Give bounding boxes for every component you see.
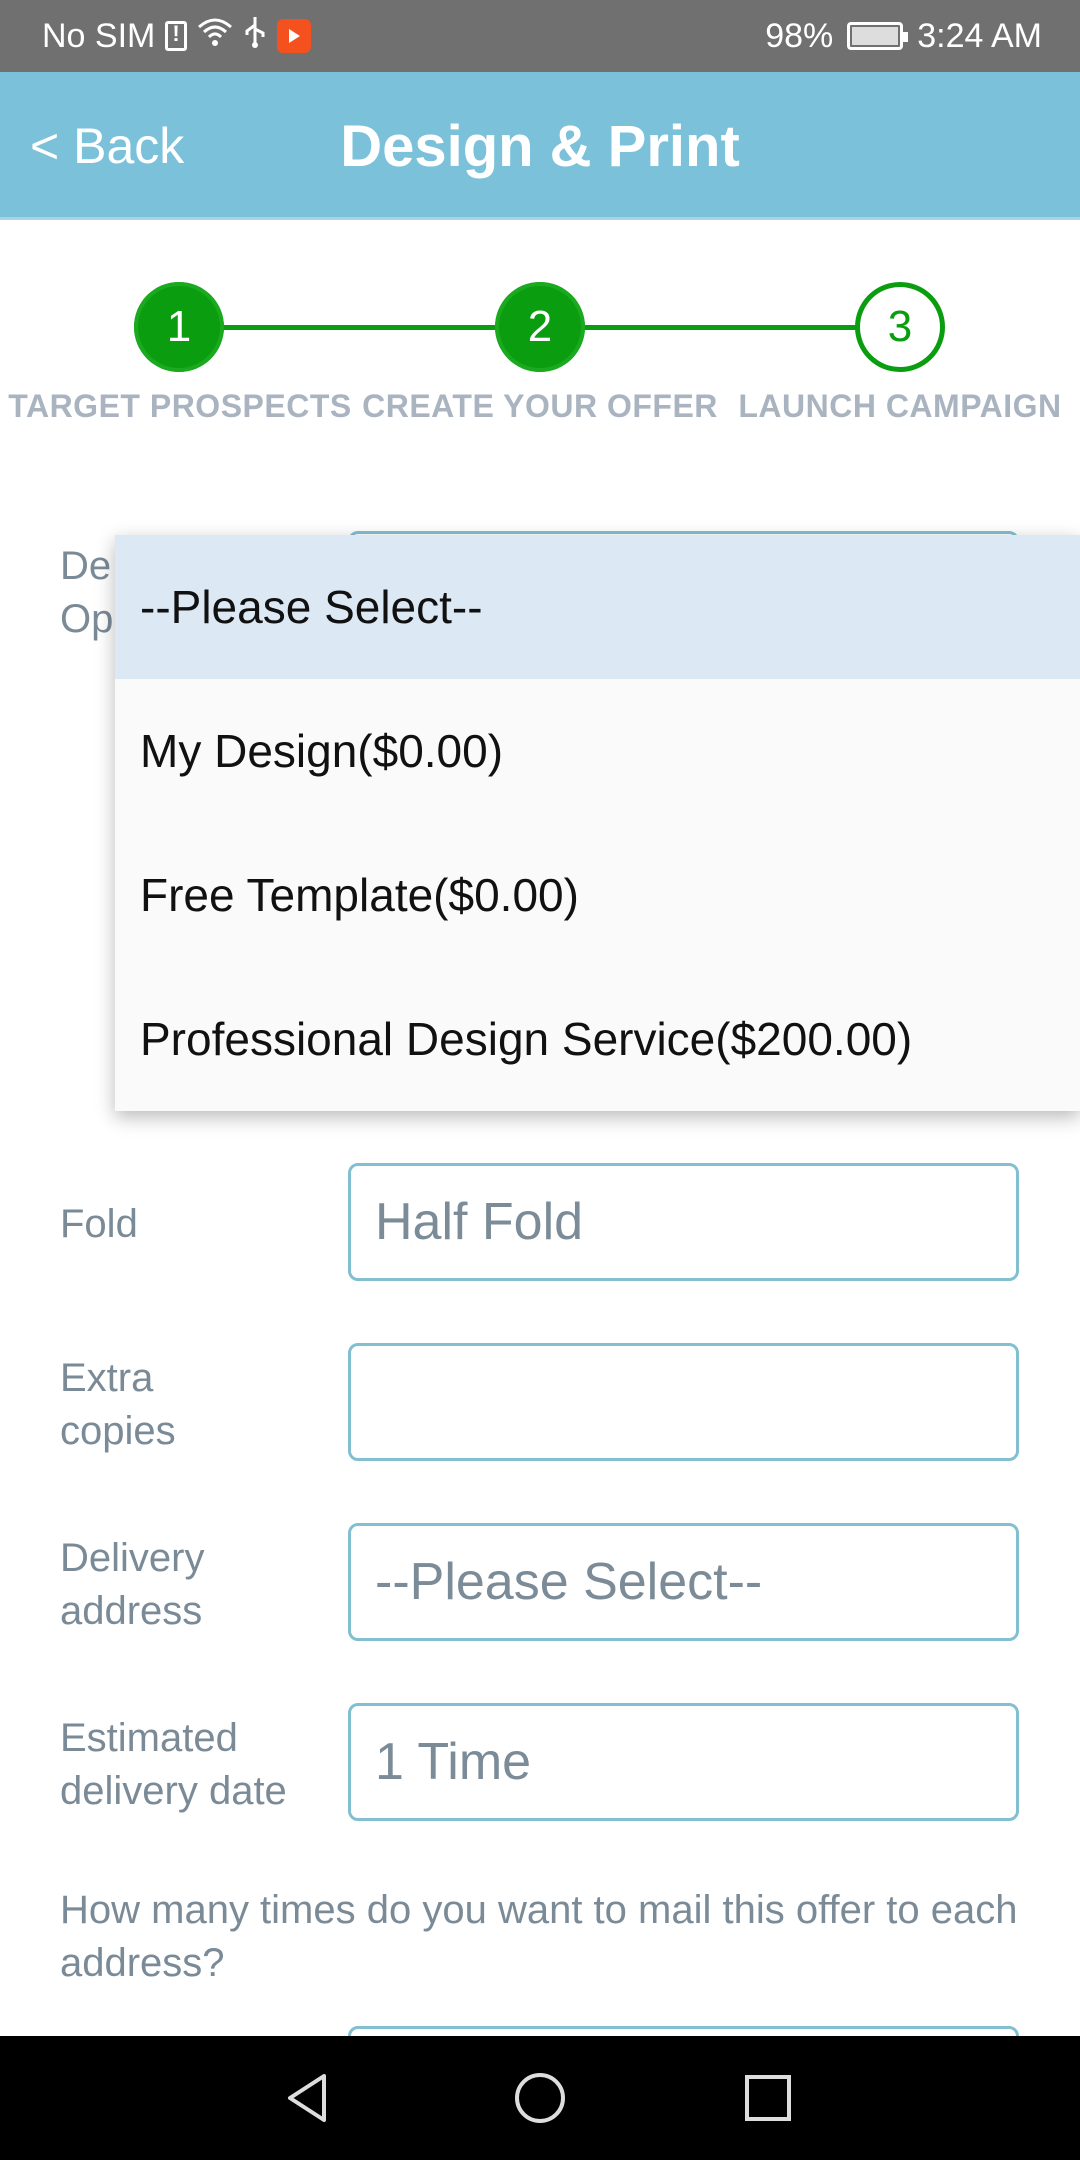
- battery-percent: 98%: [765, 16, 834, 55]
- media-app-icon: [277, 19, 312, 53]
- extra-copies-label-line2: copies: [60, 1409, 176, 1453]
- delivery-date-field[interactable]: 1 Time: [348, 1703, 1019, 1821]
- clock: 3:24 AM: [917, 16, 1042, 55]
- step-connector-2-3: [584, 325, 856, 330]
- step-connector-1-2: [178, 325, 496, 330]
- fold-label: Fold: [60, 1202, 138, 1246]
- fold-field[interactable]: Half Fold: [348, 1163, 1019, 1281]
- nav-home-icon[interactable]: [500, 2058, 580, 2138]
- battery-icon: [847, 22, 909, 50]
- wifi-icon: [197, 17, 233, 56]
- design-option-label-line1: De: [60, 544, 112, 588]
- step-3-label: LAUNCH CAMPAIGN: [738, 388, 1062, 424]
- usb-icon: [243, 15, 267, 58]
- status-bar: No SIM 98% 3:24 AM: [0, 0, 1080, 72]
- extra-copies-label-line1: Extra: [60, 1356, 154, 1400]
- back-button[interactable]: < Back: [30, 72, 184, 220]
- extra-copies-input[interactable]: [348, 1343, 1019, 1461]
- dropdown-option-professional-design[interactable]: Professional Design Service($200.00): [115, 967, 1080, 1111]
- dropdown-option-free-template[interactable]: Free Template($0.00): [115, 823, 1080, 967]
- carrier-text: No SIM: [42, 16, 156, 55]
- dropdown-option-please-select[interactable]: --Please Select--: [115, 535, 1080, 679]
- no-sim-icon: [165, 21, 188, 51]
- delivery-address-label: Delivery address: [60, 1532, 204, 1638]
- delivery-address-select[interactable]: --Please Select--: [348, 1523, 1019, 1641]
- design-option-label: De Op: [60, 540, 113, 646]
- design-option-label-line2: Op: [60, 597, 114, 641]
- delivery-address-label-line1: Delivery: [60, 1536, 205, 1580]
- delivery-date-label: Estimated delivery date: [60, 1712, 287, 1818]
- step-1-circle[interactable]: 1: [134, 282, 224, 372]
- step-3-circle[interactable]: 3: [855, 282, 945, 372]
- nav-recents-icon[interactable]: [728, 2058, 808, 2138]
- progress-stepper: 1 2 3 TARGET PROSPECTS CREATE YOUR OFFER…: [0, 220, 1080, 460]
- system-nav-bar: [0, 2036, 1080, 2160]
- delivery-date-label-line2: delivery date: [60, 1769, 287, 1813]
- delivery-address-label-line2: address: [60, 1589, 203, 1633]
- dropdown-option-my-design[interactable]: My Design($0.00): [115, 679, 1080, 823]
- nav-back-icon[interactable]: [268, 2058, 348, 2138]
- step-2-circle[interactable]: 2: [495, 282, 585, 372]
- mail-times-question: How many times do you want to mail this …: [60, 1888, 1018, 1985]
- extra-copies-label: Extra copies: [60, 1352, 176, 1458]
- step-2-label: CREATE YOUR OFFER: [362, 388, 718, 424]
- design-option-dropdown: --Please Select-- My Design($0.00) Free …: [115, 535, 1080, 1111]
- delivery-date-label-line1: Estimated: [60, 1716, 238, 1760]
- app-header: Design & Print < Back: [0, 72, 1080, 220]
- step-1-label: TARGET PROSPECTS: [8, 388, 352, 424]
